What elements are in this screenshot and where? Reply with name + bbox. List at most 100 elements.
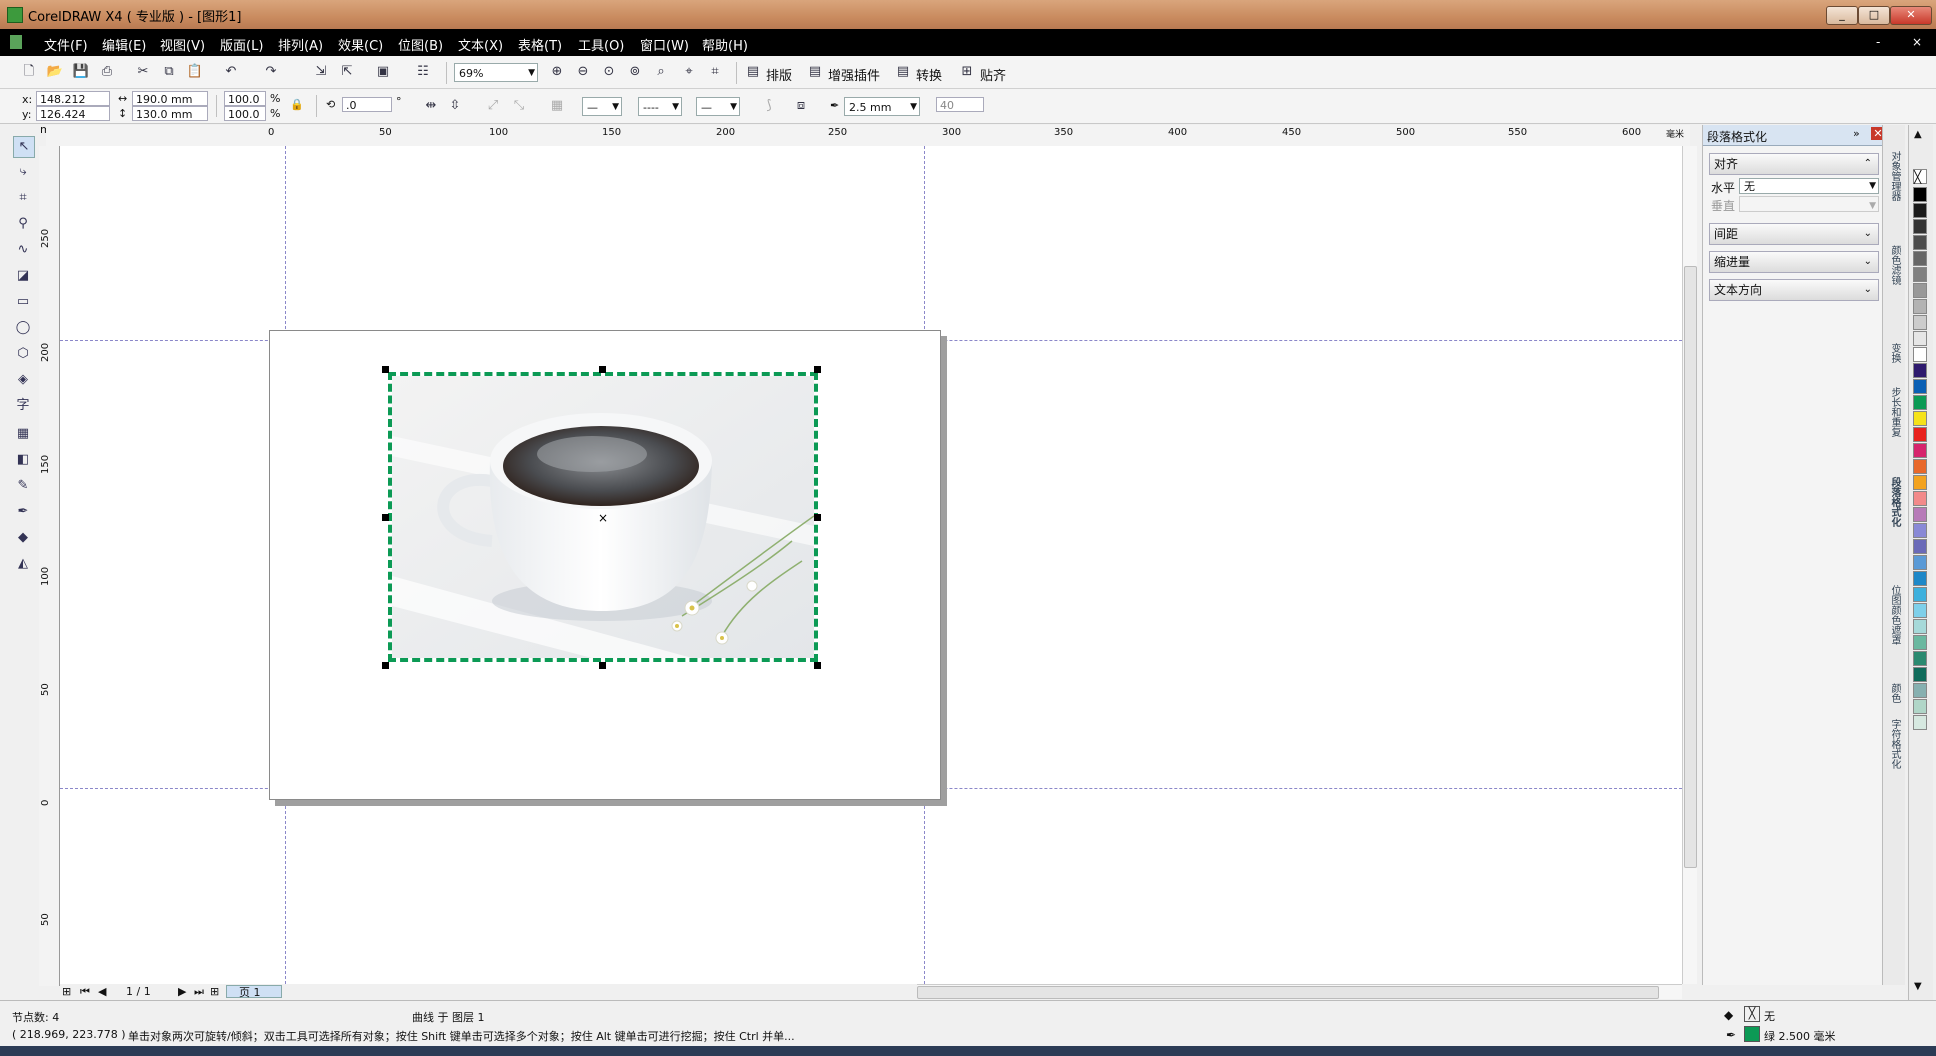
color-swatch[interactable] — [1913, 507, 1927, 522]
zoom-tool-icon[interactable]: ⚲ — [13, 214, 33, 234]
color-swatch[interactable] — [1913, 475, 1927, 490]
menu-help[interactable]: 帮助(H) — [702, 35, 748, 54]
color-swatch[interactable] — [1913, 699, 1927, 714]
zoom-selected-icon[interactable]: ⊙ — [600, 63, 618, 81]
zoom-in-icon[interactable]: ⊕ — [548, 63, 566, 81]
color-swatch[interactable] — [1913, 267, 1927, 282]
maximize-button[interactable]: □ — [1858, 6, 1890, 25]
doc-minimize-button[interactable]: - — [1876, 35, 1880, 49]
application-launcher-icon[interactable]: ▣ — [374, 63, 392, 81]
import-icon[interactable]: ⇲ — [312, 63, 330, 81]
docker-tab-object-manager[interactable]: 对象管理器 — [1886, 151, 1902, 201]
indent-section-header[interactable]: 缩进量 ⌄ — [1709, 251, 1879, 273]
menu-file[interactable]: 文件(F) — [44, 35, 88, 54]
color-swatch[interactable] — [1913, 235, 1927, 250]
convert-button[interactable]: 转换 — [916, 65, 942, 84]
text-wrap-icon[interactable]: ⟆ — [760, 97, 778, 115]
layout-button[interactable]: 排版 — [766, 65, 792, 84]
no-color-swatch[interactable]: ╳ — [1913, 169, 1927, 184]
x-position-field[interactable]: 148.212 mm — [36, 91, 110, 121]
color-swatch[interactable] — [1913, 619, 1927, 634]
color-swatch[interactable] — [1913, 315, 1927, 330]
color-swatch[interactable] — [1913, 587, 1927, 602]
outline-tool-icon[interactable]: ✒ — [13, 502, 33, 522]
selection-handle[interactable] — [599, 662, 606, 669]
selection-handle[interactable] — [814, 366, 821, 373]
add-page-after-icon[interactable]: ⊞ — [210, 985, 219, 998]
crop-tool-icon[interactable]: ⌗ — [13, 188, 33, 208]
ellipse-tool-icon[interactable]: ◯ — [13, 318, 33, 338]
selection-handle[interactable] — [599, 366, 606, 373]
height-field[interactable]: 130.0 mm — [132, 106, 208, 121]
selection-handle[interactable] — [382, 366, 389, 373]
y-position-field[interactable]: 126.424 mm — [36, 106, 110, 136]
color-swatch[interactable] — [1913, 683, 1927, 698]
snap-button[interactable]: 贴齐 — [980, 65, 1006, 84]
color-swatch[interactable] — [1913, 603, 1927, 618]
menu-table[interactable]: 表格(T) — [518, 35, 562, 54]
color-swatch[interactable] — [1913, 219, 1927, 234]
zoom-height-icon[interactable]: ⌗ — [706, 63, 724, 81]
color-swatch[interactable] — [1913, 635, 1927, 650]
text-tool-icon[interactable]: 字 — [13, 396, 33, 416]
menu-text[interactable]: 文本(X) — [458, 35, 503, 54]
spacing-section-header[interactable]: 间距 ⌄ — [1709, 223, 1879, 245]
copy-icon[interactable]: ⧉ — [160, 63, 178, 81]
outline-width-select[interactable]: 2.5 mm ▼ — [844, 97, 920, 116]
menu-edit[interactable]: 编辑(E) — [102, 35, 146, 54]
cut-icon[interactable]: ✂ — [134, 63, 152, 81]
color-swatch[interactable] — [1913, 443, 1927, 458]
rectangle-tool-icon[interactable]: ▭ — [13, 292, 33, 312]
collapse-docker-icon[interactable]: » — [1853, 127, 1860, 140]
edit-node-icon[interactable]: ⤡ — [510, 97, 528, 115]
docker-tab-bitmap-color-mask[interactable]: 位图颜色遮罩 — [1886, 585, 1902, 645]
mirror-horizontal-icon[interactable]: ⇹ — [422, 97, 440, 115]
color-swatch[interactable] — [1913, 411, 1927, 426]
docker-tab-paragraph-format[interactable]: 段落格式化 — [1886, 477, 1902, 527]
color-swatch[interactable] — [1913, 395, 1927, 410]
color-swatch[interactable] — [1913, 187, 1927, 202]
add-page-icon[interactable]: ⊞ — [62, 985, 71, 998]
menu-effects[interactable]: 效果(C) — [338, 35, 383, 54]
palette-scroll-up-icon[interactable]: ▲ — [1914, 129, 1922, 140]
color-swatch[interactable] — [1913, 555, 1927, 570]
open-icon[interactable]: 📂 — [46, 63, 64, 81]
color-swatch[interactable] — [1913, 283, 1927, 298]
mirror-vertical-icon[interactable]: ⇳ — [446, 97, 464, 115]
vertical-scroll-thumb[interactable] — [1684, 266, 1697, 868]
lock-ratio-icon[interactable]: 🔒 — [290, 98, 304, 111]
basic-shapes-icon[interactable]: ◈ — [13, 370, 33, 390]
rotation-field[interactable]: .0 — [342, 97, 392, 112]
menu-layout[interactable]: 版面(L) — [220, 35, 263, 54]
color-swatch[interactable] — [1913, 203, 1927, 218]
menu-tools[interactable]: 工具(O) — [578, 35, 624, 54]
menu-view[interactable]: 视图(V) — [160, 35, 205, 54]
print-icon[interactable]: ⎙ — [98, 63, 116, 81]
horizontal-scrollbar[interactable] — [917, 984, 1682, 999]
menu-window[interactable]: 窗口(W) — [640, 35, 689, 54]
interactive-fill-icon[interactable]: ◭ — [13, 554, 33, 574]
color-swatch[interactable] — [1913, 299, 1927, 314]
undo-icon[interactable]: ↶ — [222, 63, 240, 81]
first-page-icon[interactable]: ⏮ — [80, 985, 90, 999]
docker-tab-transform[interactable]: 变换 — [1886, 343, 1902, 363]
docker-tab-step-repeat[interactable]: 步长和重复 — [1886, 387, 1902, 437]
color-swatch[interactable] — [1913, 523, 1927, 538]
color-swatch[interactable] — [1913, 491, 1927, 506]
selection-handle[interactable] — [814, 662, 821, 669]
drawing-canvas[interactable]: × — [60, 146, 1682, 984]
minimize-button[interactable]: _ — [1826, 6, 1858, 25]
eyedropper-tool-icon[interactable]: ✎ — [13, 476, 33, 496]
color-swatch[interactable] — [1913, 251, 1927, 266]
width-field[interactable]: 190.0 mm — [132, 91, 208, 106]
save-icon[interactable]: 💾 — [72, 63, 90, 81]
fill-tool-icon[interactable]: ◆ — [13, 528, 33, 548]
selection-handle[interactable] — [382, 514, 389, 521]
docker-tab-character-format[interactable]: 字符格式化 — [1886, 719, 1902, 769]
line-style-select[interactable]: ---- ▼ — [638, 97, 682, 116]
horizontal-align-select[interactable]: 无 ▼ — [1739, 178, 1879, 194]
menu-arrange[interactable]: 排列(A) — [278, 35, 323, 54]
menu-bitmaps[interactable]: 位图(B) — [398, 35, 443, 54]
freehand-tool-icon[interactable]: ∿ — [13, 240, 33, 260]
scale-x-field[interactable]: 100.0 — [224, 91, 266, 106]
